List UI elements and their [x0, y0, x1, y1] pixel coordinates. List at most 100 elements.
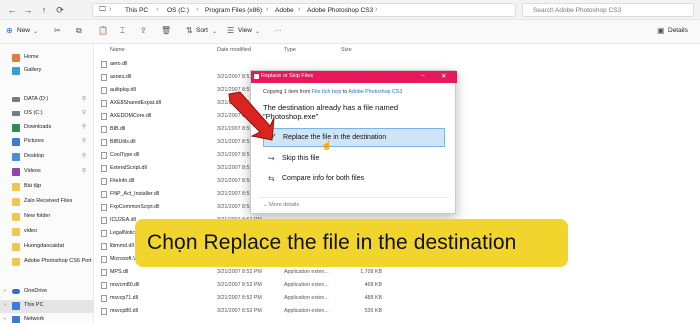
arrow-icon: ↪	[268, 154, 275, 163]
up-arrow-icon[interactable]: ↑	[38, 4, 50, 16]
file-name: BIB.dll	[110, 126, 126, 132]
close-icon[interactable]: ✕	[441, 72, 446, 80]
sidebar-item-this-pc[interactable]: › This PC	[0, 300, 94, 313]
replace-option-label: Replace the file in the destination	[283, 134, 387, 141]
replace-option[interactable]: ✓ Replace the file in the destination	[263, 128, 445, 147]
sidebar-item-adobe-photoshop-cs6[interactable]: Adobe Photoshop CS6 Port	[0, 256, 94, 269]
file-name: aero.dll	[110, 61, 128, 67]
minimize-icon[interactable]: –	[421, 72, 425, 79]
sidebar-item-new-folder[interactable]: New folder	[0, 211, 94, 224]
back-arrow-icon[interactable]: ←	[6, 4, 18, 16]
refresh-icon[interactable]: ⟳	[54, 4, 66, 16]
file-size: 488 KB	[364, 295, 382, 301]
chevron-right-icon: ›	[4, 302, 6, 308]
sidebar-item-gallery[interactable]: Gallery	[0, 65, 94, 78]
new-button[interactable]: New	[17, 27, 30, 34]
file-name: MPS.dll	[110, 269, 129, 275]
home-icon	[12, 54, 20, 62]
paste-icon[interactable]: 📋	[98, 26, 108, 35]
file-icon	[101, 256, 107, 263]
delete-icon[interactable]: 🗑	[161, 26, 171, 35]
sidebar-item-os-drive[interactable]: OS (C:) ⚲	[0, 108, 94, 121]
chevron-right-icon: ›	[298, 6, 301, 13]
skip-option[interactable]: ↪ Skip this file	[263, 150, 445, 169]
sort-button[interactable]: Sort	[196, 27, 208, 34]
sidebar-item-network[interactable]: › Network	[0, 314, 94, 323]
view-icon: ☰	[227, 26, 235, 35]
file-icon	[101, 269, 107, 276]
chevron-right-icon: ›	[266, 6, 269, 13]
search-input[interactable]: Search Adobe Photoshop CS3	[522, 3, 694, 17]
sidebar-item-bai-tap[interactable]: Bài tập	[0, 181, 94, 194]
file-date: 3/21/2007 8:52 PM	[217, 308, 262, 314]
details-button[interactable]: Details	[668, 27, 688, 34]
folder-icon	[12, 198, 20, 206]
breadcrumb-item[interactable]: This PC	[125, 7, 148, 14]
sidebar-item-downloads[interactable]: Downloads ⚲	[0, 122, 94, 135]
copy-icon[interactable]: ⧉	[76, 26, 82, 36]
view-button[interactable]: View	[238, 27, 252, 34]
sidebar-item-data-drive[interactable]: DATA (D:) ⚲	[0, 94, 94, 107]
file-type: Application exten...	[284, 269, 329, 275]
sidebar-item-huongdancaidat[interactable]: Huongdancaidat	[0, 241, 94, 254]
sidebar-item-zalo[interactable]: Zalo Received Files	[0, 196, 94, 209]
file-icon	[101, 230, 107, 237]
column-header-date[interactable]: Date modified	[217, 47, 251, 53]
instruction-banner-text: Chọn Replace the file in the destination	[147, 231, 517, 254]
sidebar-item-label: Downloads	[24, 124, 52, 130]
file-icon	[101, 152, 107, 159]
breadcrumb-item[interactable]: Program Files (x86)	[205, 7, 262, 14]
sidebar-item-onedrive[interactable]: › OneDrive	[0, 286, 94, 299]
sidebar-item-label: OneDrive	[24, 288, 48, 294]
cut-icon[interactable]: ✂	[54, 26, 61, 35]
file-date: 3/21/2007 8:52 PM	[217, 269, 262, 275]
copying-destination-link[interactable]: Adobe Photoshop CS3	[348, 89, 402, 95]
breadcrumb-item[interactable]: OS (C:)	[167, 7, 189, 14]
dialog-title-bar: Replace or Skip Files – ✕	[251, 71, 457, 83]
column-header-name[interactable]: Name	[110, 47, 125, 53]
drive-icon	[12, 111, 20, 116]
breadcrumb-item[interactable]: Adobe Photoshop CS3	[307, 7, 373, 14]
sidebar-item-videos[interactable]: Videos ⚲	[0, 166, 94, 179]
chevron-right-icon: ›	[109, 6, 112, 13]
file-row[interactable]: msvcm80.dll 3/21/2007 8:52 PM Application …	[95, 279, 395, 292]
dialog-divider	[259, 197, 449, 198]
compare-option[interactable]: ⇆ Compare info for both files	[263, 170, 445, 189]
more-options-button[interactable]: ···	[275, 27, 282, 34]
column-headers: Name Date modified Type Size	[95, 44, 700, 56]
red-arrow-icon	[228, 91, 275, 141]
file-name: FNP_Act_Installer.dll	[110, 191, 160, 197]
file-row[interactable]: MPS.dll 3/21/2007 8:52 PM Application exte…	[95, 266, 395, 279]
plus-circle-icon: ⊕	[6, 26, 13, 35]
rename-icon[interactable]: ⌶	[120, 26, 125, 36]
download-icon	[12, 124, 20, 132]
breadcrumb-item[interactable]: Adobe	[275, 7, 294, 14]
pin-icon: ⚲	[82, 153, 87, 159]
breadcrumb[interactable]: 🖵 › This PC › OS (C:) › Program Files (x…	[92, 3, 516, 17]
share-icon[interactable]: ⇪	[140, 26, 147, 35]
forward-arrow-icon[interactable]: →	[22, 4, 34, 16]
more-details-toggle[interactable]: ⌄ More details	[263, 202, 299, 208]
file-row[interactable]: aero.dll	[95, 58, 395, 71]
chevron-right-icon: ›	[156, 6, 159, 13]
sidebar-item-video[interactable]: video	[0, 226, 94, 239]
column-header-type[interactable]: Type	[284, 47, 296, 53]
monitor-icon: 🖵	[99, 6, 106, 13]
file-type: Application exten...	[284, 308, 329, 314]
chevron-down-icon: ⌄	[212, 29, 218, 35]
copying-source-link[interactable]: File tích hợp	[312, 89, 341, 95]
gallery-icon	[12, 67, 20, 75]
sidebar-item-desktop[interactable]: Desktop ⚲	[0, 151, 94, 164]
column-header-size[interactable]: Size	[341, 47, 352, 53]
sidebar-item-label: Desktop	[24, 153, 45, 159]
file-row[interactable]: msvcp80.dll 3/21/2007 8:52 PM Application …	[95, 305, 395, 318]
sidebar-item-pictures[interactable]: Pictures ⚲	[0, 136, 94, 149]
file-icon	[101, 139, 107, 146]
sidebar-item-label: Network	[24, 316, 45, 322]
file-row[interactable]: msvcp71.dll 3/21/2007 8:52 PM Application …	[95, 292, 395, 305]
file-icon	[101, 178, 107, 185]
compare-icon: ⇆	[268, 174, 275, 183]
sidebar-item-label: Huongdancaidat	[24, 243, 65, 249]
sidebar-item-home[interactable]: Home	[0, 52, 94, 65]
file-name: msvcp80.dll	[110, 308, 138, 314]
